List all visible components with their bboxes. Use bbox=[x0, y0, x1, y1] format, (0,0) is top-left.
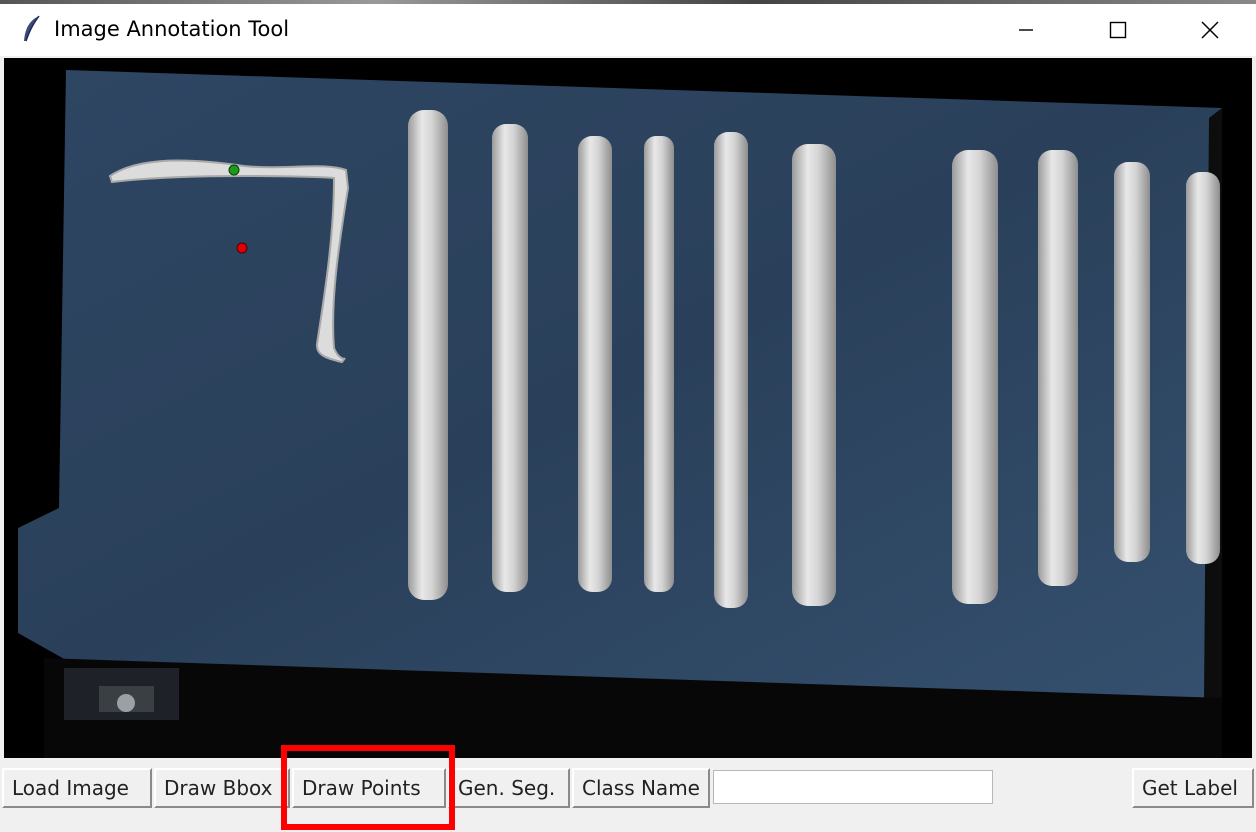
close-icon bbox=[1201, 21, 1219, 39]
image-canvas[interactable] bbox=[4, 58, 1252, 758]
close-button[interactable] bbox=[1164, 4, 1256, 56]
gen-seg-button[interactable]: Gen. Seg. bbox=[448, 768, 570, 808]
class-name-input[interactable] bbox=[713, 770, 993, 804]
load-image-button[interactable]: Load Image bbox=[2, 768, 152, 808]
minimize-icon bbox=[1018, 22, 1034, 38]
toolbar: Load Image Draw Bbox Draw Points Gen. Se… bbox=[0, 762, 1256, 812]
draw-bbox-button[interactable]: Draw Bbox bbox=[154, 768, 290, 808]
maximize-icon bbox=[1109, 21, 1127, 39]
title-bar[interactable]: Image Annotation Tool bbox=[0, 4, 1256, 56]
window-title: Image Annotation Tool bbox=[54, 17, 290, 41]
class-name-label: Class Name bbox=[572, 768, 710, 808]
negative-point bbox=[236, 242, 248, 254]
get-label-button[interactable]: Get Label bbox=[1132, 768, 1254, 808]
positive-point bbox=[228, 164, 240, 176]
minimize-button[interactable] bbox=[980, 4, 1072, 56]
draw-points-button[interactable]: Draw Points bbox=[292, 768, 446, 808]
app-window: Image Annotation Tool Load Image Draw Bb… bbox=[0, 0, 1256, 832]
feather-icon bbox=[20, 14, 42, 44]
maximize-button[interactable] bbox=[1072, 4, 1164, 56]
loaded-image bbox=[18, 70, 1222, 758]
